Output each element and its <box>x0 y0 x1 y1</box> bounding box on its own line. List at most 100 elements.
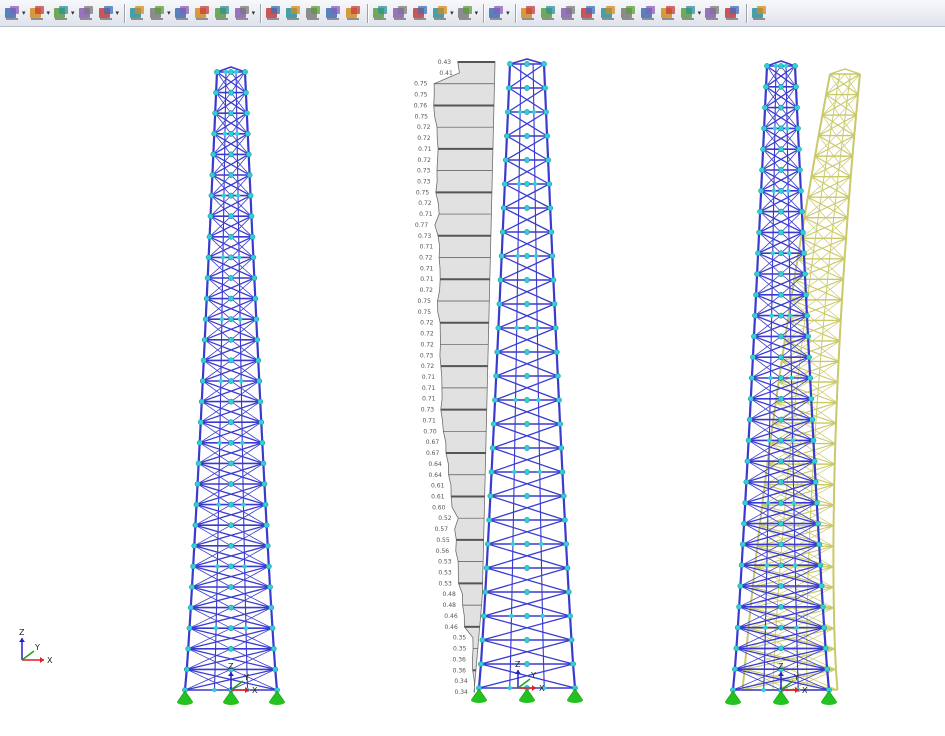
grid-button[interactable]: ▾ <box>679 3 702 23</box>
toolbar-separator <box>260 3 262 23</box>
node <box>524 157 530 163</box>
node <box>478 661 484 667</box>
member-results-button[interactable] <box>193 3 211 23</box>
open-model-button[interactable]: ▾ <box>28 3 51 23</box>
new-model-icon <box>5 6 19 20</box>
coordinate-system-button[interactable] <box>639 3 657 23</box>
z-axis-label: Z <box>778 662 784 671</box>
panel-button[interactable] <box>703 3 721 23</box>
dropdown-arrow-icon[interactable]: ▾ <box>475 9 479 17</box>
dropdown-arrow-icon[interactable]: ▾ <box>698 9 702 17</box>
node <box>758 187 764 194</box>
view-x-button[interactable] <box>371 3 389 23</box>
select-button[interactable] <box>264 3 282 23</box>
section-button[interactable] <box>539 3 557 23</box>
cube-button[interactable] <box>619 3 637 23</box>
node <box>246 172 253 178</box>
node <box>194 481 201 487</box>
node <box>245 151 252 158</box>
deformation-button[interactable]: ▾ <box>233 3 256 23</box>
show-toggle-button[interactable]: ▾ <box>487 3 510 23</box>
result-value-label: 0.75 <box>414 81 428 88</box>
node <box>807 375 813 381</box>
results-button[interactable] <box>173 3 191 23</box>
table-button[interactable] <box>723 3 741 23</box>
load-display-button[interactable]: ▾ <box>148 3 171 23</box>
result-value-label: 0.52 <box>438 515 452 522</box>
result-value-label: 0.75 <box>418 298 432 305</box>
new-model-button[interactable]: ▾ <box>3 3 26 23</box>
node <box>556 397 562 403</box>
display-model-button[interactable]: ▾ <box>52 3 75 23</box>
node <box>514 325 519 331</box>
result-value-label: 0.34 <box>455 689 469 696</box>
help-button[interactable] <box>750 3 768 23</box>
node <box>744 458 751 465</box>
view-y-button[interactable] <box>391 3 409 23</box>
view-z-button[interactable] <box>411 3 429 23</box>
result-value-label: 0.71 <box>420 244 434 251</box>
graphics-viewport[interactable]: 0.43 0.41 0.75 0.75 0.76 0.75 0.72 0.72 0.71 0.72… <box>0 28 945 732</box>
result-value-label: 0.75 <box>415 113 429 120</box>
node <box>740 541 746 548</box>
node <box>778 395 784 402</box>
dimension-button[interactable] <box>659 3 677 23</box>
member-line-button[interactable] <box>519 3 537 23</box>
node <box>261 481 268 487</box>
view-3d-button[interactable] <box>344 3 362 23</box>
node <box>738 562 745 569</box>
zoom-window-button[interactable] <box>284 3 302 23</box>
node <box>778 375 784 381</box>
node <box>800 229 806 236</box>
node <box>268 604 275 611</box>
cube-icon <box>620 6 635 20</box>
render-button[interactable]: ▾ <box>97 3 120 23</box>
node <box>778 167 784 173</box>
dropdown-arrow-icon[interactable]: ▾ <box>22 9 26 17</box>
view-iso-button[interactable]: ▾ <box>431 3 454 23</box>
dropdown-arrow-icon[interactable]: ▾ <box>71 9 75 17</box>
dropdown-arrow-icon[interactable]: ▾ <box>116 9 120 17</box>
node <box>500 205 507 211</box>
node <box>506 85 512 91</box>
support-reactions-button[interactable] <box>213 3 231 23</box>
node <box>778 437 784 444</box>
node <box>783 63 789 69</box>
dropdown-arrow-icon[interactable]: ▾ <box>47 9 51 17</box>
view-rotate-button[interactable]: ▾ <box>456 3 479 23</box>
node <box>778 520 784 527</box>
dropdown-arrow-icon[interactable]: ▾ <box>450 9 454 17</box>
node <box>248 213 255 220</box>
result-value-label: 0.46 <box>444 613 458 620</box>
node <box>228 336 234 343</box>
node <box>524 541 530 547</box>
z-axis-label: Z <box>228 662 234 671</box>
tower-sub-brace <box>838 114 855 136</box>
node <box>765 500 771 505</box>
view-cube-button[interactable] <box>324 3 342 23</box>
dropdown-arrow-icon[interactable]: ▾ <box>252 9 256 17</box>
node <box>551 301 558 307</box>
result-value-label: 0.36 <box>453 667 467 674</box>
load-case-button[interactable] <box>128 3 146 23</box>
node <box>228 439 234 446</box>
node <box>199 378 206 384</box>
node <box>778 146 784 153</box>
node <box>818 583 825 589</box>
node <box>550 277 557 283</box>
surface-button[interactable] <box>559 3 577 23</box>
toolbar-separator <box>367 3 369 23</box>
zoom-button[interactable] <box>304 3 322 23</box>
dropdown-arrow-icon[interactable]: ▾ <box>506 9 510 17</box>
result-value-label: 0.72 <box>417 135 431 142</box>
result-value-label: 0.35 <box>453 635 467 642</box>
node <box>760 146 766 153</box>
solid-button[interactable] <box>579 3 597 23</box>
node <box>228 213 234 220</box>
color-palette-button[interactable] <box>599 3 617 23</box>
node <box>754 271 760 277</box>
isometric-view-button[interactable] <box>77 3 95 23</box>
result-value-label: 0.60 <box>432 504 446 511</box>
dropdown-arrow-icon[interactable]: ▾ <box>167 9 171 17</box>
node <box>743 479 750 485</box>
